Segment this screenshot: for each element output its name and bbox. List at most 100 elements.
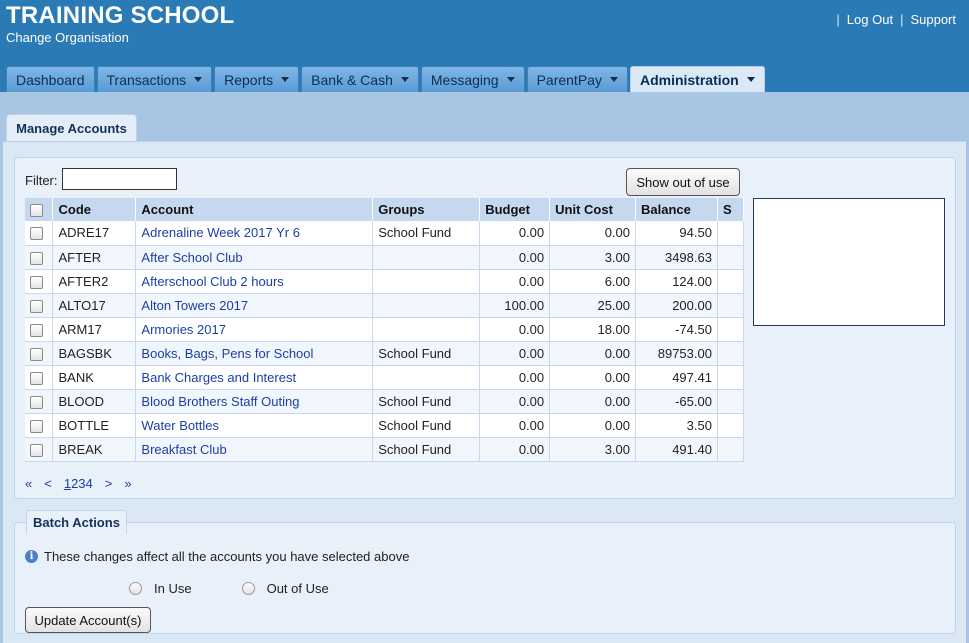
row-select-cell	[25, 389, 54, 414]
column-header-account[interactable]: Account	[135, 198, 374, 221]
row-checkbox[interactable]	[30, 347, 43, 361]
unit-cost-cell: 3.00	[549, 437, 637, 462]
account-cell: Alton Towers 2017	[135, 293, 374, 318]
batch-info-text: These changes affect all the accounts yo…	[44, 549, 410, 564]
support-link[interactable]: Support	[910, 12, 956, 27]
groups-cell	[372, 317, 481, 342]
account-link[interactable]: Blood Brothers Staff Outing	[141, 394, 299, 409]
balance-cell: 89753.00	[635, 341, 718, 366]
unit-cost-cell: 18.00	[549, 317, 637, 342]
budget-cell: 0.00	[479, 317, 551, 342]
pager-page-2[interactable]: 2	[71, 476, 78, 491]
nav-tab-label: Messaging	[430, 71, 499, 88]
table-row: AFTER2 Afterschool Club 2 hours 0.00 6.0…	[25, 269, 745, 294]
row-select-cell	[25, 365, 54, 390]
account-link[interactable]: After School Club	[141, 250, 242, 265]
budget-cell: 0.00	[479, 413, 551, 438]
groups-cell	[372, 293, 481, 318]
column-header-budget[interactable]: Budget	[479, 198, 551, 221]
account-cell: Books, Bags, Pens for School	[135, 341, 374, 366]
table-row: ADRE17 Adrenaline Week 2017 Yr 6 School …	[25, 221, 745, 246]
log-out-link[interactable]: Log Out	[847, 12, 893, 27]
nav-tab-reports[interactable]: Reports	[214, 66, 300, 92]
caret-down-icon	[746, 77, 755, 82]
nav-tab-parentpay[interactable]: ParentPay	[526, 66, 628, 92]
balance-cell: -65.00	[635, 389, 718, 414]
pager-page-4[interactable]: 4	[86, 476, 93, 491]
unit-cost-cell: 0.00	[549, 365, 637, 390]
pager-prev-link[interactable]: <	[44, 476, 52, 491]
change-organisation-link[interactable]: Change Organisation	[6, 30, 129, 45]
column-header-s[interactable]: S	[717, 198, 745, 221]
nav-tab-label: Bank & Cash	[311, 71, 393, 88]
row-select-cell	[25, 293, 54, 318]
row-checkbox[interactable]	[30, 275, 43, 289]
account-link[interactable]: Alton Towers 2017	[141, 298, 248, 313]
column-header-unit-cost[interactable]: Unit Cost	[549, 198, 637, 221]
tab-manage-accounts[interactable]: Manage Accounts	[6, 114, 137, 142]
nav-tab-administration[interactable]: Administration	[629, 66, 765, 92]
nav-tab-label: Reports	[224, 71, 274, 88]
account-link[interactable]: Breakfast Club	[141, 442, 226, 457]
budget-cell: 0.00	[479, 341, 551, 366]
row-checkbox[interactable]	[30, 323, 43, 337]
row-select-cell	[25, 317, 54, 342]
column-header-balance[interactable]: Balance	[635, 198, 718, 221]
show-out-of-use-button[interactable]: Show out of use	[626, 168, 740, 196]
account-link[interactable]: Books, Bags, Pens for School	[141, 346, 313, 361]
unit-cost-cell: 3.00	[549, 245, 637, 270]
content-area: Manage Accounts Filter: Show out of use …	[0, 92, 969, 643]
row-checkbox[interactable]	[30, 419, 43, 433]
row-checkbox[interactable]	[30, 227, 43, 241]
pager-first-link[interactable]: «	[25, 476, 32, 491]
table-row: BREAK Breakfast Club School Fund 0.00 3.…	[25, 437, 745, 462]
account-link[interactable]: Bank Charges and Interest	[141, 370, 296, 385]
budget-cell: 0.00	[479, 389, 551, 414]
filter-input[interactable]	[62, 168, 177, 190]
code-cell: ARM17	[52, 317, 137, 342]
s-cell	[717, 245, 745, 270]
out-of-use-radio[interactable]	[241, 582, 255, 595]
in-use-radio[interactable]	[129, 582, 142, 595]
nav-tab-transactions[interactable]: Transactions	[96, 66, 213, 92]
select-all-checkbox[interactable]	[30, 204, 43, 218]
caret-down-icon	[506, 77, 515, 82]
account-link[interactable]: Afterschool Club 2 hours	[141, 274, 283, 289]
table-row: BOTTLE Water Bottles School Fund 0.00 0.…	[25, 413, 745, 438]
pager-page-3[interactable]: 3	[78, 476, 85, 491]
column-header-code[interactable]: Code	[52, 198, 137, 221]
row-checkbox[interactable]	[30, 251, 43, 265]
s-cell	[717, 365, 745, 390]
row-checkbox[interactable]	[30, 371, 43, 385]
groups-cell: School Fund	[372, 221, 481, 246]
app-header: TRAINING SCHOOL Change Organisation | Lo…	[0, 0, 969, 92]
row-checkbox[interactable]	[30, 395, 43, 409]
s-cell	[717, 317, 745, 342]
s-cell	[717, 341, 745, 366]
code-cell: BLOOD	[52, 389, 137, 414]
nav-tab-bank-cash[interactable]: Bank & Cash	[301, 66, 419, 92]
column-header-groups[interactable]: Groups	[372, 198, 481, 221]
account-link[interactable]: Armories 2017	[141, 322, 226, 337]
caret-down-icon	[400, 77, 409, 82]
code-cell: BAGSBK	[52, 341, 137, 366]
code-cell: BOTTLE	[52, 413, 137, 438]
update-accounts-button[interactable]: Update Account(s)	[25, 607, 151, 633]
pager-page-1[interactable]: 1	[64, 476, 71, 491]
account-detail-box	[753, 198, 945, 326]
row-checkbox[interactable]	[30, 443, 43, 457]
unit-cost-cell: 6.00	[549, 269, 637, 294]
row-checkbox[interactable]	[30, 299, 43, 313]
account-link[interactable]: Water Bottles	[141, 418, 219, 433]
pager-next-link[interactable]: >	[105, 476, 113, 491]
balance-cell: 491.40	[635, 437, 718, 462]
pager-last-link[interactable]: »	[124, 476, 131, 491]
nav-tab-messaging[interactable]: Messaging	[420, 66, 525, 92]
balance-cell: 124.00	[635, 269, 718, 294]
account-cell: Armories 2017	[135, 317, 374, 342]
account-link[interactable]: Adrenaline Week 2017 Yr 6	[141, 225, 300, 240]
groups-cell: School Fund	[372, 341, 481, 366]
school-name: TRAINING SCHOOL	[6, 2, 235, 29]
nav-tab-dashboard[interactable]: Dashboard	[6, 66, 95, 92]
s-cell	[717, 437, 745, 462]
